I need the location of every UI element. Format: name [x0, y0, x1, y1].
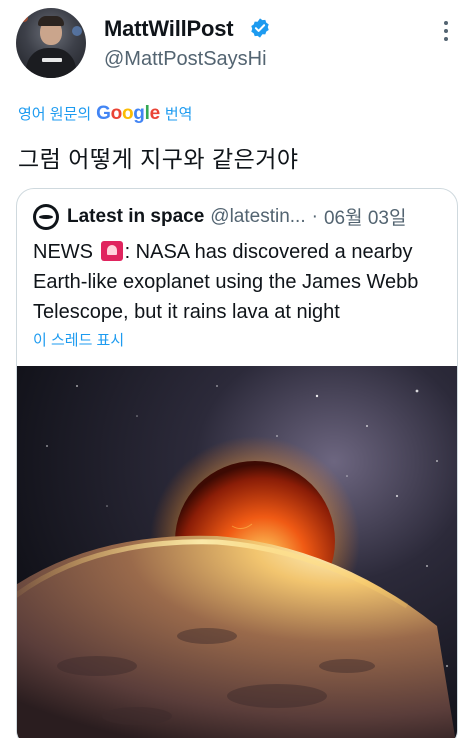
space-planets-image[interactable]: [17, 366, 457, 738]
tweet-header: MattWillPost @MattPostSaysHi: [0, 0, 474, 92]
avatar-hair: [38, 16, 64, 26]
planet-illustration: [17, 366, 457, 738]
date-separator: ·: [311, 205, 318, 227]
google-logo: Google: [96, 103, 160, 124]
siren-icon: [100, 241, 123, 261]
quoted-tweet-header: Latest in space @latestin... · 06월 03일: [33, 203, 406, 230]
author-avatar[interactable]: [16, 8, 86, 78]
show-thread-link[interactable]: 이 스레드 표시: [33, 329, 124, 350]
quoted-tweet-card[interactable]: Latest in space @latestin... · 06월 03일 N…: [16, 188, 458, 738]
author-display-name[interactable]: MattWillPost: [104, 16, 234, 42]
avatar-background-light: [72, 26, 82, 36]
translation-suffix: 번역: [164, 106, 193, 123]
more-options-icon[interactable]: [434, 16, 458, 46]
quoted-author-handle: @latestin...: [210, 205, 306, 227]
avatar-background-light: [20, 14, 28, 22]
tweet-text: 그럼 어떻게 지구와 같은거야: [18, 146, 299, 172]
translation-attribution[interactable]: 영어 원문의 Google 번역: [18, 103, 192, 125]
avatar-shirt-print: [42, 58, 62, 62]
quoted-author-avatar: [33, 203, 59, 230]
quoted-text-news: NEWS: [33, 241, 93, 263]
quoted-tweet-date: 06월 03일: [323, 208, 407, 229]
quoted-tweet-text: NEWS : NASA has discovered a nearby Eart…: [33, 237, 445, 327]
avatar-shirt: [26, 48, 76, 78]
verified-badge-icon: [251, 18, 269, 38]
author-handle[interactable]: @MattPostSaysHi: [104, 48, 267, 71]
translation-prefix: 영어 원문의: [18, 106, 92, 123]
quoted-author-name: Latest in space: [67, 205, 205, 227]
